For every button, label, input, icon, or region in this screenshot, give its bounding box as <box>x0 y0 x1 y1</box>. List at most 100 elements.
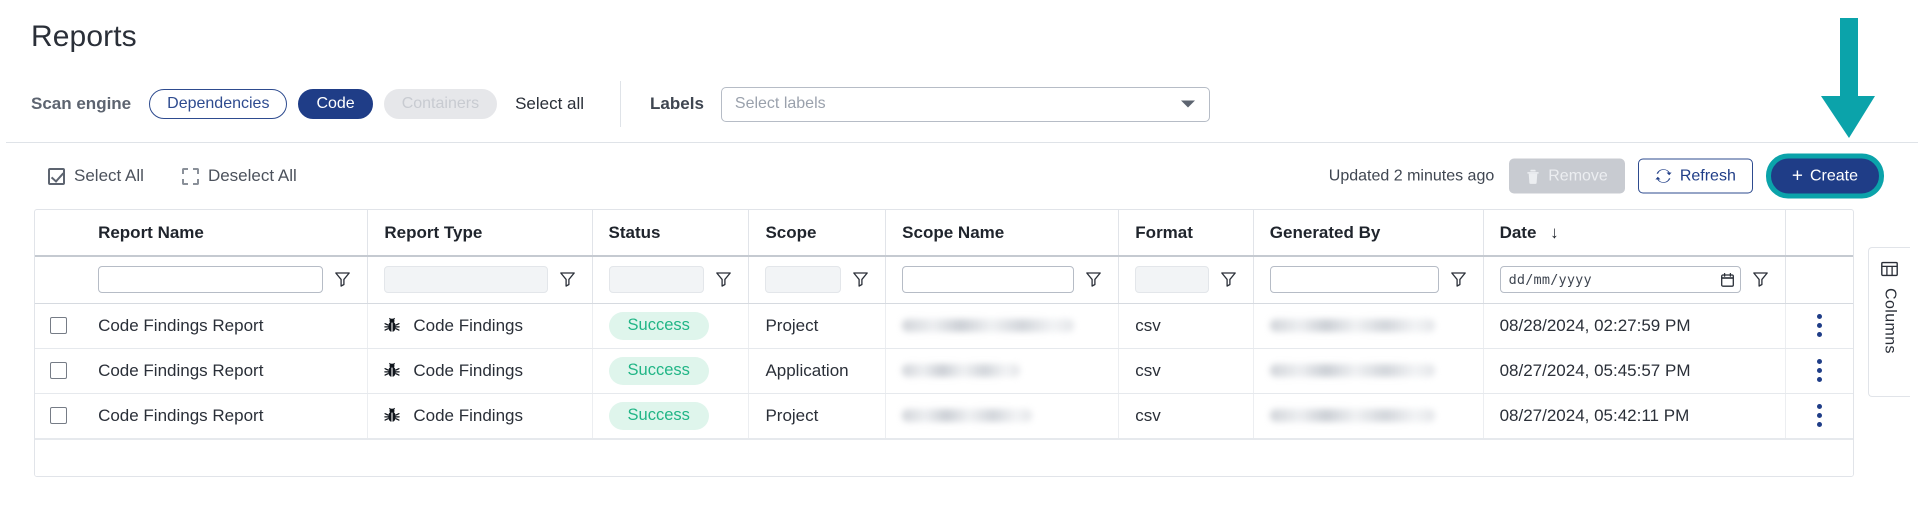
column-label: Scope <box>765 223 816 242</box>
bug-icon <box>384 362 400 379</box>
row-menu-button[interactable] <box>1802 404 1837 427</box>
engine-pill-code[interactable]: Code <box>298 89 372 119</box>
plus-icon: + <box>1792 167 1803 186</box>
cell-report-name: Code Findings Report <box>82 393 368 438</box>
cell-status: Success <box>592 393 749 438</box>
row-checkbox[interactable] <box>50 317 67 334</box>
toolbar-actions: Updated 2 minutes ago Remove <box>1329 154 1884 199</box>
refresh-icon <box>1655 168 1672 185</box>
redacted-scope-name <box>902 364 1020 377</box>
filter-icon-scope[interactable] <box>852 271 869 288</box>
cell-row-actions <box>1786 393 1853 438</box>
table-toolbar: Select All Deselect All Updated 2 minute… <box>6 143 1918 209</box>
sort-descending-icon: ↓ <box>1550 223 1559 242</box>
redacted-generated-by <box>1270 319 1435 332</box>
cell-date: 08/27/2024, 05:42:11 PM <box>1483 393 1786 438</box>
cell-report-name: Code Findings Report <box>82 303 368 348</box>
column-label: Generated By <box>1270 223 1381 242</box>
row-checkbox[interactable] <box>50 362 67 379</box>
labels-label: Labels <box>650 94 704 114</box>
columns-panel-toggle[interactable]: Columns <box>1868 247 1910 397</box>
engine-pill-containers: Containers <box>384 89 497 119</box>
row-select-cell <box>35 303 82 348</box>
column-header-scope[interactable]: Scope <box>749 210 886 256</box>
updated-timestamp: Updated 2 minutes ago <box>1329 167 1494 185</box>
filter-input-generated-by[interactable] <box>1270 266 1439 293</box>
filter-cell-report-type <box>368 256 592 303</box>
page-frame: Reports Scan engine Dependencies Code Co… <box>6 4 1918 525</box>
bug-icon <box>384 317 400 334</box>
refresh-button[interactable]: Refresh <box>1638 159 1753 194</box>
filter-cell-date: dd/mm/yyyy <box>1483 256 1786 303</box>
trash-icon <box>1526 168 1540 184</box>
filter-input-report-type[interactable] <box>384 266 547 293</box>
filter-bar-divider <box>620 81 621 127</box>
table-row[interactable]: Code Findings Report Code Findings <box>35 348 1853 393</box>
filter-input-report-name[interactable] <box>98 266 323 293</box>
page-title: Reports <box>31 20 137 54</box>
cell-generated-by <box>1253 303 1483 348</box>
filter-input-scope-name[interactable] <box>902 266 1074 293</box>
table-row[interactable]: Code Findings Report Code Findings <box>35 393 1853 438</box>
column-label: Report Type <box>384 223 482 242</box>
table-head: Report Name Report Type Status Scope Sco… <box>35 210 1853 256</box>
redacted-generated-by <box>1270 364 1435 377</box>
reports-page: Reports Scan engine Dependencies Code Co… <box>0 0 1924 529</box>
cell-scope: Application <box>749 348 886 393</box>
table-row[interactable]: Code Findings Report Code Findings <box>35 303 1853 348</box>
column-header-date[interactable]: Date ↓ <box>1483 210 1786 256</box>
deselect-all-button[interactable]: Deselect All <box>182 166 297 186</box>
reports-table: Report Name Report Type Status Scope Sco… <box>34 209 1854 477</box>
row-menu-button[interactable] <box>1802 314 1837 337</box>
row-menu-button[interactable] <box>1802 359 1837 382</box>
filter-row: dd/mm/yyyy <box>35 256 1853 303</box>
filter-icon-format[interactable] <box>1220 271 1237 288</box>
labels-select[interactable]: Select labels <box>721 87 1210 122</box>
cell-generated-by <box>1253 348 1483 393</box>
checkbox-dashed-icon <box>182 168 199 185</box>
filter-icon-report-name[interactable] <box>334 271 351 288</box>
calendar-icon[interactable] <box>1721 273 1734 287</box>
create-button-highlight: + Create <box>1766 154 1884 199</box>
filter-input-scope[interactable] <box>765 266 841 293</box>
cell-format: csv <box>1119 348 1254 393</box>
engine-select-all-link[interactable]: Select all <box>515 94 584 114</box>
cell-format: csv <box>1119 393 1254 438</box>
row-checkbox[interactable] <box>50 407 67 424</box>
cell-report-type: Code Findings <box>368 348 592 393</box>
header-checkbox-cell <box>35 210 82 256</box>
column-header-report-type[interactable]: Report Type <box>368 210 592 256</box>
filter-input-date[interactable]: dd/mm/yyyy <box>1500 266 1742 293</box>
selection-controls: Select All Deselect All <box>48 166 335 186</box>
bug-icon <box>384 407 400 424</box>
filter-icon-status[interactable] <box>715 271 732 288</box>
cell-format: csv <box>1119 303 1254 348</box>
remove-label: Remove <box>1548 168 1608 184</box>
remove-button: Remove <box>1509 159 1625 194</box>
column-header-status[interactable]: Status <box>592 210 749 256</box>
filter-actions-cell <box>1786 256 1853 303</box>
scan-engine-label: Scan engine <box>31 94 131 114</box>
select-all-button[interactable]: Select All <box>48 166 144 186</box>
create-label: Create <box>1810 168 1858 184</box>
column-header-scope-name[interactable]: Scope Name <box>886 210 1119 256</box>
column-header-generated-by[interactable]: Generated By <box>1253 210 1483 256</box>
filter-icon-generated-by[interactable] <box>1450 271 1467 288</box>
columns-table-icon <box>1881 261 1898 277</box>
column-header-format[interactable]: Format <box>1119 210 1254 256</box>
cell-row-actions <box>1786 303 1853 348</box>
redacted-scope-name <box>902 409 1032 422</box>
filter-icon-report-type[interactable] <box>559 271 576 288</box>
select-all-label: Select All <box>74 166 144 186</box>
filter-input-format[interactable] <box>1135 266 1209 293</box>
filter-cell-scope-name <box>886 256 1119 303</box>
column-header-report-name[interactable]: Report Name <box>82 210 368 256</box>
create-button[interactable]: + Create <box>1771 159 1879 194</box>
filter-input-status[interactable] <box>609 266 705 293</box>
filter-icon-scope-name[interactable] <box>1085 271 1102 288</box>
engine-pill-dependencies[interactable]: Dependencies <box>149 89 287 119</box>
columns-label: Columns <box>1881 288 1899 354</box>
scan-engine-filter-bar: Scan engine Dependencies Code Containers… <box>31 84 1210 124</box>
cell-date: 08/27/2024, 05:45:57 PM <box>1483 348 1786 393</box>
filter-icon-date[interactable] <box>1752 271 1769 288</box>
